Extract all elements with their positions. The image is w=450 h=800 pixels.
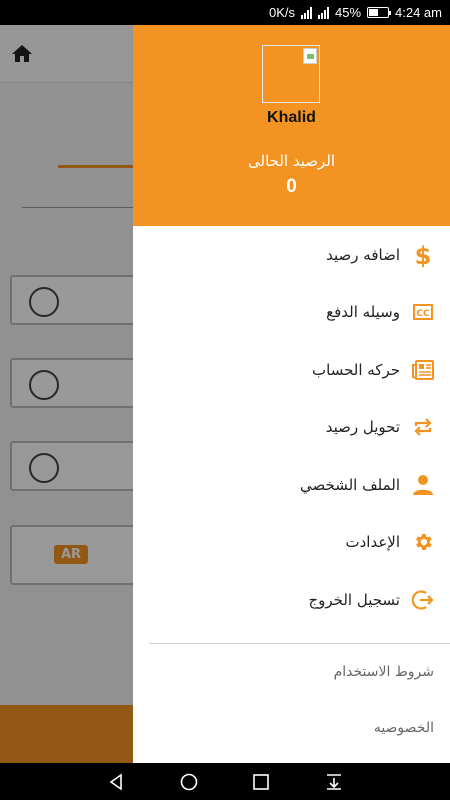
menu-item-add-balance[interactable]: اضافه رصيد $: [133, 226, 450, 284]
home-circle-icon[interactable]: [179, 772, 199, 792]
user-name: Khalid: [267, 109, 316, 126]
credit-card-icon: CC: [412, 301, 434, 323]
battery-percent: 45%: [334, 5, 362, 20]
menu-item-profile[interactable]: الملف الشخصي: [133, 456, 450, 514]
menu-item-label: الإعدادت: [345, 533, 400, 552]
menu-item-label: اضافه رصيد: [326, 245, 400, 264]
gear-icon: [412, 531, 434, 553]
balance-value: 0: [286, 176, 297, 197]
privacy-link[interactable]: الخصوصيه: [133, 701, 450, 755]
menu-divider: [149, 642, 450, 644]
person-icon: [412, 474, 434, 496]
battery-icon: [367, 7, 392, 18]
logout-icon: [412, 589, 434, 611]
broken-image-icon: [303, 48, 317, 64]
clock: 4:24 am: [395, 5, 442, 20]
menu-item-account-activity[interactable]: حركه الحساب: [133, 341, 450, 399]
signal-icon: [300, 6, 312, 19]
menu-item-label: الملف الشخصي: [300, 475, 400, 494]
transfer-icon: [412, 416, 434, 438]
dollar-icon: $: [412, 243, 434, 267]
menu-item-label: حركه الحساب: [312, 360, 400, 379]
menu-item-transfer-balance[interactable]: تحويل رصيد: [133, 399, 450, 457]
newspaper-icon: [412, 359, 434, 381]
svg-text:CC: CC: [416, 309, 430, 319]
status-bar: 0K/s 45% 4:24 am: [0, 0, 450, 25]
drawer-menu: اضافه رصيد $ وسيله الدفع CC حركه الحساب …: [133, 226, 450, 629]
menu-item-label: تحويل رصيد: [325, 418, 400, 437]
drawer-header: Khalid الرصيد الحالى 0: [133, 25, 450, 226]
network-speed: 0K/s: [268, 5, 295, 20]
svg-text:$: $: [415, 243, 432, 267]
avatar[interactable]: [262, 45, 320, 103]
recents-icon[interactable]: [251, 772, 271, 792]
terms-of-use-link[interactable]: شروط الاستخدام: [133, 645, 450, 699]
menu-item-logout[interactable]: تسجيل الخروج: [133, 571, 450, 629]
menu-item-payment-method[interactable]: وسيله الدفع CC: [133, 284, 450, 342]
balance-label: الرصيد الحالى: [248, 152, 335, 170]
menu-item-label: تسجيل الخروج: [308, 590, 400, 609]
signal-icon-2: [317, 6, 329, 19]
back-icon[interactable]: [106, 772, 126, 792]
menu-item-label: وسيله الدفع: [326, 303, 400, 322]
navigation-drawer: Khalid الرصيد الحالى 0 اضافه رصيد $ وسيل…: [133, 25, 450, 763]
notification-pull-icon[interactable]: [324, 772, 344, 792]
menu-item-settings[interactable]: الإعدادت: [133, 514, 450, 572]
system-nav-bar: [0, 763, 450, 800]
